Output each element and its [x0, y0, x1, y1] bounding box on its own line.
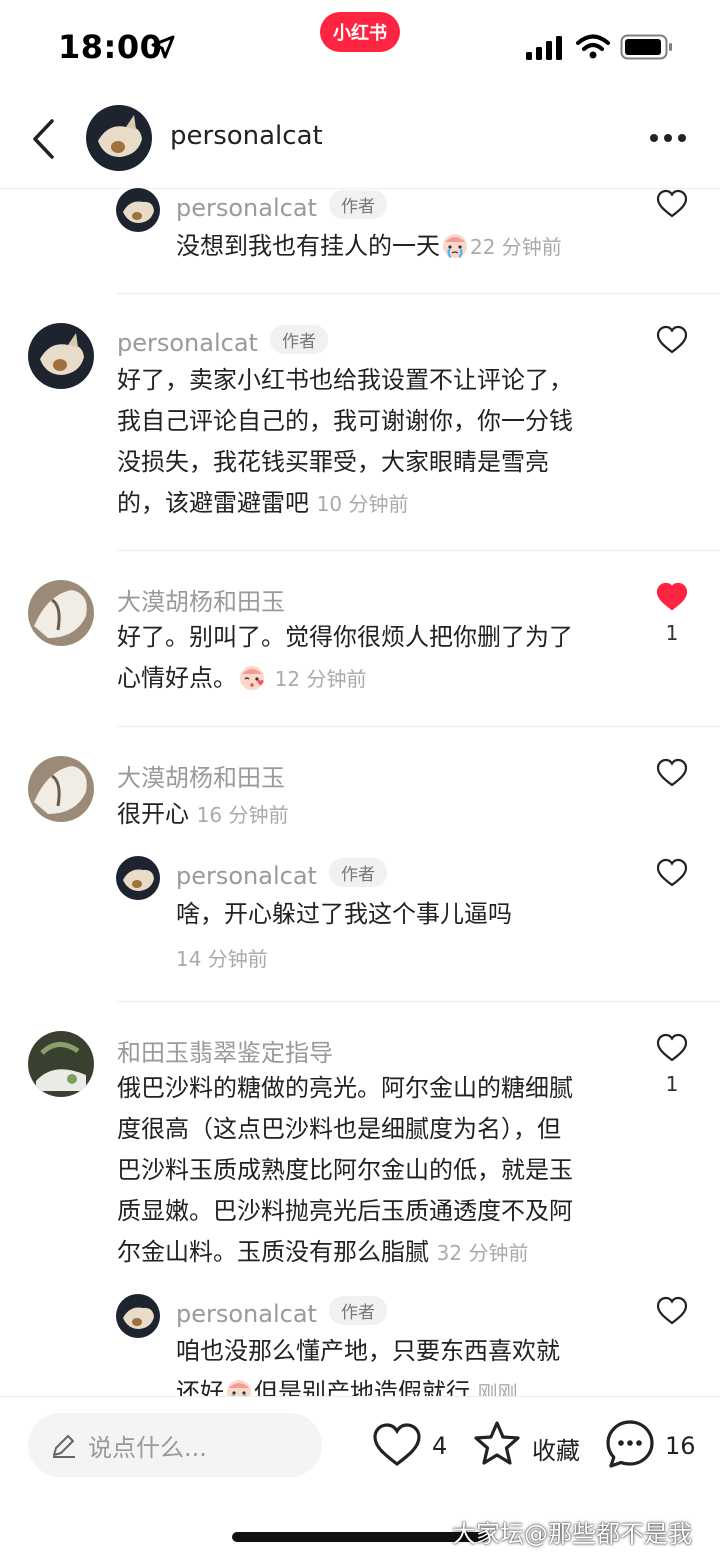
like-count: 1	[665, 1072, 679, 1096]
crying-face-emoji-icon	[443, 234, 467, 259]
comment-text: 俄巴沙料的糖做的亮光。阿尔金山的糖细腻 度很高（这点巴沙料也是细腻度为名），但 巴沙…	[117, 1074, 573, 1266]
post-like-count: 4	[432, 1432, 448, 1460]
like-heart-icon[interactable]	[656, 1033, 688, 1063]
comment-divider	[116, 293, 720, 294]
header-username[interactable]: personalcat	[170, 121, 323, 151]
like-button-heart-icon[interactable]	[372, 1422, 422, 1468]
like-count: 1	[665, 621, 679, 645]
comment-author[interactable]: 大漠胡杨和田玉	[117, 758, 285, 793]
status-time: 18:00	[58, 28, 163, 66]
comment-author[interactable]: personalcat 作者	[176, 1296, 387, 1328]
comment-bubble-icon[interactable]	[604, 1418, 656, 1470]
comment-text: 啥，开心躲过了我这个事儿逼吗	[176, 900, 512, 928]
comment-author[interactable]: personalcat 作者	[176, 858, 387, 890]
home-indicator	[232, 1532, 488, 1542]
avatar[interactable]	[28, 323, 94, 389]
location-arrow-icon	[151, 35, 175, 59]
like-heart-icon[interactable]	[656, 858, 688, 888]
kissing-face-emoji-icon	[240, 666, 264, 690]
author-tag: 作者	[328, 190, 387, 219]
watermark: 大家坛@那些都不是我	[452, 1520, 692, 1548]
comment-text: 好了。别叫了。觉得你很烦人把你删了为了 心情好点。 12 分钟前	[117, 623, 573, 692]
more-options-icon[interactable]	[648, 132, 688, 144]
app-badge: 小红书	[320, 12, 400, 52]
like-heart-icon[interactable]	[656, 325, 688, 355]
back-arrow-icon[interactable]	[30, 118, 58, 160]
header-divider	[0, 188, 720, 189]
author-tag: 作者	[328, 858, 387, 887]
signal-icon	[526, 36, 562, 60]
author-tag: 作者	[328, 1296, 387, 1325]
liked-heart-icon[interactable]	[656, 582, 688, 612]
comment-time: 14 分钟前	[176, 947, 268, 971]
star-collect-icon[interactable]	[472, 1420, 522, 1468]
input-placeholder: 说点什么...	[88, 1433, 207, 1462]
comment-text: 没想到我也有挂人的一天 22 分钟前	[176, 232, 562, 260]
avatar[interactable]	[28, 1031, 94, 1097]
like-heart-icon[interactable]	[656, 758, 688, 788]
like-heart-icon[interactable]	[656, 189, 688, 219]
author-tag: 作者	[269, 325, 328, 354]
pencil-icon	[53, 1435, 75, 1458]
comment-text: 好了，卖家小红书也给我设置不让评论了， 我自己评论自己的，我可谢谢你，你一分钱 没损…	[117, 366, 573, 517]
comment-divider	[116, 1001, 720, 1002]
battery-icon	[620, 34, 672, 60]
comment-input[interactable]: 说点什么...	[28, 1413, 322, 1477]
avatar[interactable]	[28, 580, 94, 646]
avatar[interactable]	[28, 756, 94, 822]
like-heart-icon[interactable]	[656, 1296, 688, 1326]
comment-divider	[116, 550, 720, 551]
header-avatar[interactable]	[86, 105, 152, 171]
avatar[interactable]	[116, 188, 160, 232]
comment-author[interactable]: personalcat 作者	[176, 190, 387, 222]
comment-text: 很开心 16 分钟前	[117, 800, 289, 828]
post-comment-count: 16	[665, 1432, 696, 1460]
comment-author[interactable]: 和田玉翡翠鉴定指导	[117, 1033, 333, 1068]
comment-author[interactable]: 大漠胡杨和田玉	[117, 582, 285, 617]
collect-label[interactable]: 收藏	[532, 1431, 580, 1466]
comment-author[interactable]: personalcat 作者	[117, 325, 328, 357]
comment-divider	[116, 726, 720, 727]
avatar[interactable]	[116, 856, 160, 900]
avatar[interactable]	[116, 1294, 160, 1338]
wifi-icon	[576, 34, 610, 59]
